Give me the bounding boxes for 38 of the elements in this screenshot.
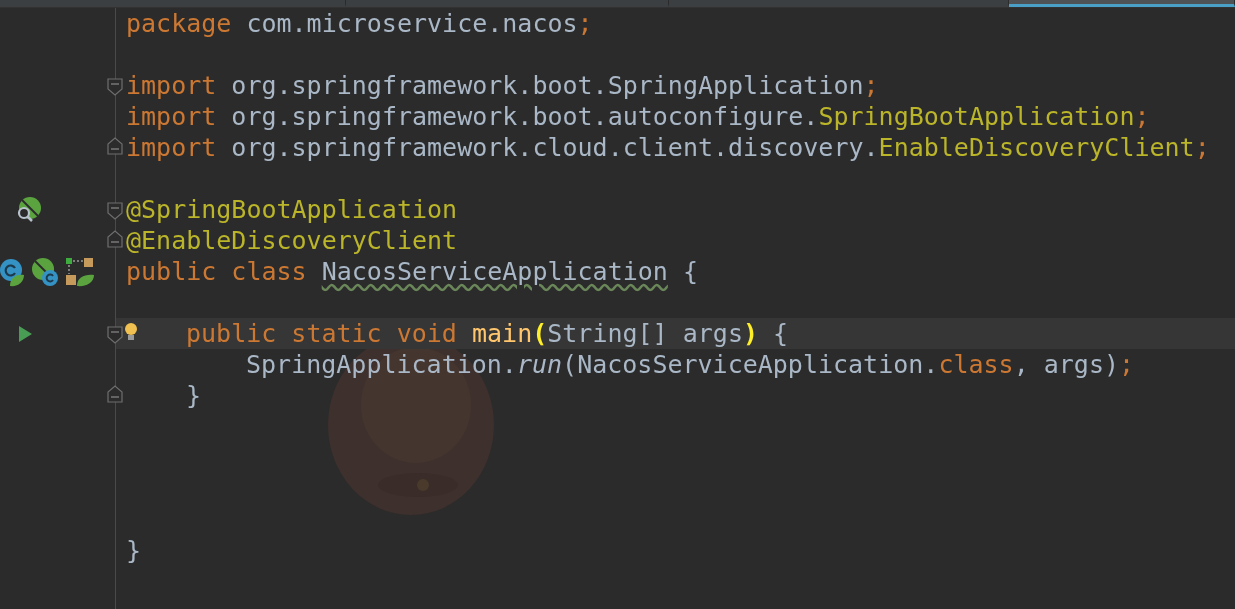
code-text: } [126,536,142,565]
code-text: org.springframework.boot.autoconfigure. [230,102,819,131]
code-keyword: import [126,71,217,100]
code-text: org.springframework.cloud.client.discovery. [230,133,879,162]
code-text: } [186,381,202,410]
code-keyword: ; [1194,133,1210,162]
code-text: String[] args [547,319,743,348]
code-text: , args) [1013,350,1119,379]
lightbulb-icon[interactable] [123,322,139,342]
diagram-icon[interactable] [65,256,95,287]
code-keyword: ; [863,71,879,100]
code-keyword: ; [1119,350,1135,379]
code-text: { [772,319,789,348]
code-keyword: package [126,9,232,38]
code-text: main [472,319,533,348]
code-keyword: ; [1134,102,1150,131]
code-keyword: class [938,350,1014,379]
code-text: @EnableDiscoveryClient [126,226,458,255]
code-text: ) [742,319,758,348]
code-text: { [681,257,698,286]
class-leaf-icon[interactable] [0,256,25,287]
code-text: run [516,350,563,379]
code-text: ( [532,319,548,348]
code-text: com.microservice.nacos [245,9,578,38]
code-text: NacosServiceApplication [321,257,668,286]
editor-tab[interactable] [1009,0,1235,7]
code-text: SpringApplication. [246,350,517,379]
code-keyword: import [126,102,217,131]
code-text: (NacosServiceApplication. [562,350,939,379]
leaf-class-icon[interactable] [31,256,59,287]
code-text: org.springframework.boot.SpringApplication [230,71,864,100]
code-keyword: ; [577,9,593,38]
code-keyword: import [126,133,217,162]
code-text: @SpringBootApplication [126,195,458,224]
code-keyword: public static void [186,319,458,348]
code-text: EnableDiscoveryClient [878,133,1195,162]
code-text: SpringBootApplication [818,102,1135,131]
code-keyword: public class [126,257,308,286]
